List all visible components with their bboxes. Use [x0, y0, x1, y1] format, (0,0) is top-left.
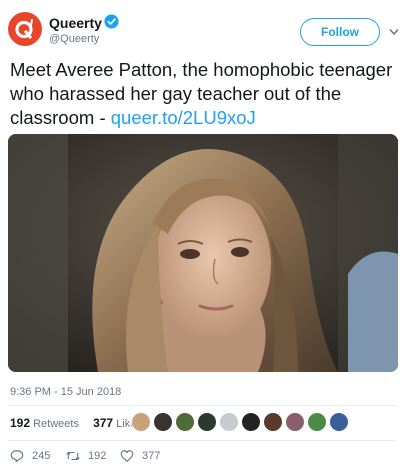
liker-avatar[interactable] — [241, 412, 261, 432]
retweets-count[interactable]: 192 — [10, 416, 30, 430]
liker-avatar[interactable] — [197, 412, 217, 432]
chevron-down-icon[interactable] — [389, 28, 399, 36]
tweet-timestamp[interactable]: 9:36 PM - 15 Jun 2018 — [10, 386, 121, 398]
follow-button[interactable]: Follow — [300, 18, 380, 46]
liker-avatars — [131, 412, 351, 432]
account-name[interactable]: Queerty — [49, 15, 102, 31]
reply-icon — [10, 450, 24, 463]
engagement-stats: 192 Retweets 377 Likes — [10, 416, 142, 430]
queerty-logo-icon — [15, 19, 33, 39]
account-handle[interactable]: @Queerty — [49, 33, 99, 45]
photo-girl-portrait — [8, 134, 398, 372]
liker-avatar[interactable] — [219, 412, 239, 432]
retweet-count: 192 — [88, 450, 107, 462]
tweet-media-image[interactable] — [8, 134, 398, 372]
liker-avatar[interactable] — [307, 412, 327, 432]
liker-avatar[interactable] — [131, 412, 151, 432]
liker-avatar[interactable] — [263, 412, 283, 432]
like-button[interactable]: 377 — [120, 449, 160, 463]
tweet-link[interactable]: queer.to/2LU9xoJ — [111, 107, 256, 128]
divider — [8, 440, 396, 441]
liker-avatar[interactable] — [329, 412, 349, 432]
liker-avatar[interactable] — [285, 412, 305, 432]
account-avatar[interactable] — [8, 12, 42, 46]
retweet-icon — [66, 451, 80, 461]
liker-avatar[interactable] — [153, 412, 173, 432]
tweet-text: Meet Averee Patton, the homophobic teena… — [10, 58, 394, 130]
liker-avatar[interactable] — [175, 412, 195, 432]
reply-count: 245 — [32, 450, 51, 462]
reply-button[interactable]: 245 — [10, 449, 50, 463]
heart-icon — [120, 450, 134, 462]
likes-count[interactable]: 377 — [93, 416, 113, 430]
divider — [8, 405, 396, 406]
verified-badge-icon — [104, 14, 119, 29]
retweets-label[interactable]: Retweets — [33, 418, 79, 430]
tweet-header: Queerty @Queerty Follow — [8, 8, 399, 52]
like-count: 377 — [142, 450, 161, 462]
retweet-button[interactable]: 192 — [66, 449, 106, 463]
